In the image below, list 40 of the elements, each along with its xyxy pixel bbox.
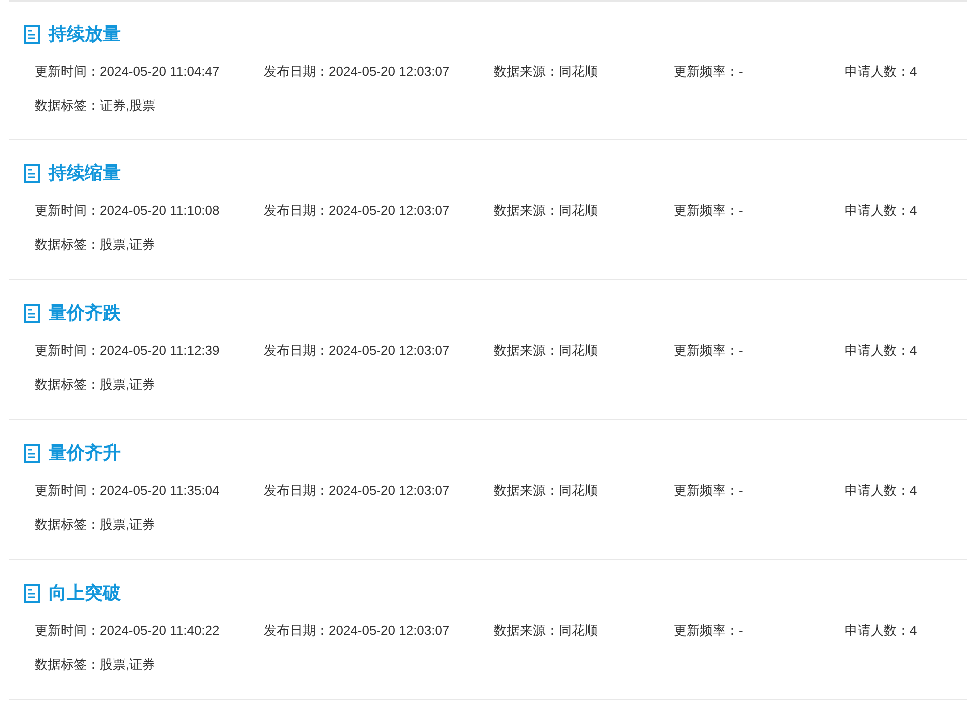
meta-field-text: 数据来源：同花顺 — [494, 64, 598, 80]
meta-field-text: 更新时间：2024-05-20 11:12:39 — [35, 343, 220, 359]
meta-field-text: 更新频率：- — [674, 483, 744, 499]
meta-field-text: 更新时间：2024-05-20 11:40:22 — [35, 623, 220, 639]
document-icon — [24, 164, 40, 182]
document-icon — [24, 24, 40, 44]
data-tags-text: 数据标签：股票,证券 — [35, 377, 156, 393]
meta-field-text: 申请人数：4 — [845, 203, 918, 219]
document-icon — [24, 584, 40, 602]
meta-field-text: 更新频率：- — [674, 64, 744, 80]
meta-field-text: 发布日期：2024-05-20 12:03:07 — [264, 64, 450, 80]
meta-field-text: 更新时间：2024-05-20 11:04:47 — [35, 64, 220, 80]
meta-field-text: 数据来源：同花顺 — [494, 343, 598, 359]
meta-field-text: 申请人数：4 — [845, 343, 918, 359]
meta-field-text: 申请人数：4 — [845, 623, 918, 639]
meta-field-text: 发布日期：2024-05-20 12:03:07 — [264, 483, 450, 499]
meta-field-text: 更新频率：- — [674, 343, 744, 359]
meta-field-text: 发布日期：2024-05-20 12:03:07 — [264, 623, 450, 639]
meta-field-text: 申请人数：4 — [845, 483, 918, 499]
data-tags-text: 数据标签：证券,股票 — [35, 98, 156, 114]
document-icon — [24, 304, 40, 322]
meta-field-text: 申请人数：4 — [845, 64, 918, 80]
meta-field-text: 发布日期：2024-05-20 12:03:07 — [264, 203, 450, 219]
meta-field-text: 更新时间：2024-05-20 11:10:08 — [35, 203, 220, 219]
meta-field-text: 数据来源：同花顺 — [494, 203, 598, 219]
meta-field-text: 发布日期：2024-05-20 12:03:07 — [264, 343, 450, 359]
data-tags-text: 数据标签：股票,证券 — [35, 237, 156, 253]
dataset-title-link[interactable]: 量价齐升 — [49, 442, 121, 464]
document-icon — [24, 444, 40, 462]
dataset-title-link[interactable]: 持续放量 — [49, 23, 121, 45]
data-tags-text: 数据标签：股票,证券 — [35, 517, 156, 533]
meta-field-text: 数据来源：同花顺 — [494, 623, 598, 639]
dataset-title-link[interactable]: 持续缩量 — [49, 162, 121, 184]
dataset-title-link[interactable]: 量价齐跌 — [49, 302, 121, 324]
meta-field-text: 更新频率：- — [674, 623, 744, 639]
data-tags-text: 数据标签：股票,证券 — [35, 657, 156, 673]
meta-field-text: 更新时间：2024-05-20 11:35:04 — [35, 483, 220, 499]
meta-field-text: 更新频率：- — [674, 203, 744, 219]
dataset-title-link[interactable]: 向上突破 — [49, 582, 121, 604]
meta-field-text: 数据来源：同花顺 — [494, 483, 598, 499]
